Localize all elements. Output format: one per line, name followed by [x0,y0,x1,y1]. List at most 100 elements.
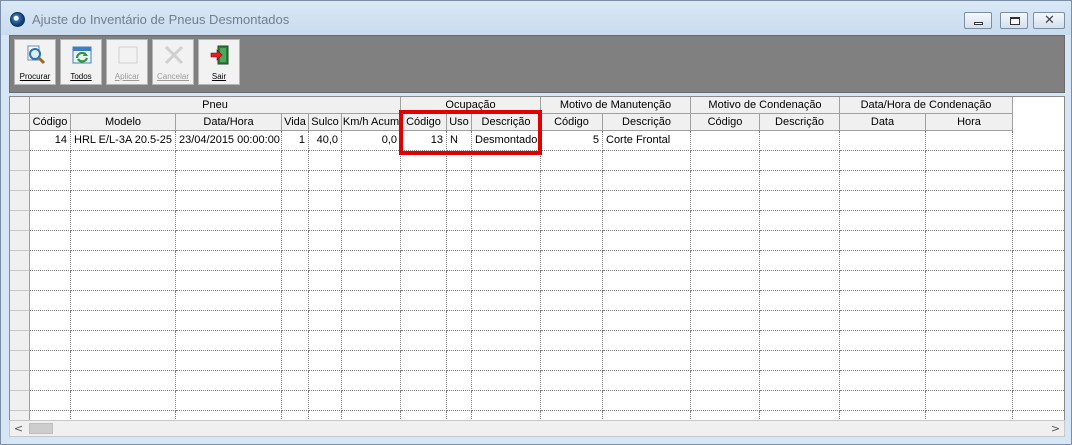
grid-cell[interactable] [541,391,603,411]
grid-cell[interactable] [840,251,926,271]
grid-cell[interactable] [342,271,401,291]
grid-cell[interactable] [691,151,760,171]
grid-cell[interactable] [71,251,176,271]
grid-cell[interactable] [447,211,472,231]
grid-cell[interactable] [691,211,760,231]
grid-cell[interactable] [603,211,691,231]
grid-cell[interactable] [760,271,840,291]
grid-cell[interactable] [603,371,691,391]
grid-cell[interactable] [691,251,760,271]
grid-cell[interactable] [282,371,309,391]
column-header[interactable]: Data/Hora [176,114,282,131]
grid-cell[interactable] [447,351,472,371]
column-header[interactable]: Código [401,114,447,131]
grid-cell[interactable] [926,171,1013,191]
grid-cell[interactable] [342,291,401,311]
grid-cell[interactable] [282,231,309,251]
grid-cell[interactable] [603,251,691,271]
grid-cell[interactable] [30,331,71,351]
grid-cell[interactable] [472,371,541,391]
grid-cell[interactable] [401,331,447,351]
column-header[interactable]: Data [840,114,926,131]
grid-cell[interactable] [176,391,282,411]
grid-cell[interactable] [30,391,71,411]
grid-cell[interactable] [447,311,472,331]
grid-cell[interactable] [71,171,176,191]
grid-cell[interactable] [472,211,541,231]
grid-cell[interactable] [282,311,309,331]
grid-cell[interactable] [447,191,472,211]
grid-cell[interactable] [541,351,603,371]
grid-cell[interactable] [309,291,342,311]
grid-cell[interactable] [840,351,926,371]
grid-cell[interactable] [472,311,541,331]
close-button[interactable]: ✕ [1033,12,1065,29]
grid-cell[interactable] [760,211,840,231]
grid-cell[interactable] [309,331,342,351]
row-header[interactable] [10,251,30,271]
grid-cell[interactable] [30,191,71,211]
todos-button[interactable]: Todos [60,39,102,85]
grid-cell[interactable] [472,151,541,171]
grid-cell[interactable] [176,291,282,311]
grid-cell[interactable] [447,371,472,391]
grid-cell[interactable] [926,131,1013,151]
aplicar-button[interactable]: Aplicar [106,39,148,85]
row-header[interactable] [10,331,30,351]
minimize-button[interactable] [964,12,992,29]
grid-cell[interactable] [71,191,176,211]
grid-cell[interactable] [309,191,342,211]
grid-cell[interactable] [447,151,472,171]
grid-cell[interactable] [309,311,342,331]
grid-cell[interactable] [840,391,926,411]
grid-cell[interactable] [30,151,71,171]
grid-cell[interactable] [342,211,401,231]
grid-cell[interactable] [309,271,342,291]
grid-cell[interactable] [309,371,342,391]
row-header[interactable] [10,191,30,211]
grid-cell[interactable] [541,291,603,311]
grid-cell[interactable] [401,391,447,411]
grid-cell[interactable] [401,291,447,311]
grid-cell[interactable] [282,391,309,411]
grid-cell[interactable] [926,311,1013,331]
grid-cell[interactable] [840,311,926,331]
grid-cell[interactable] [309,251,342,271]
grid-cell[interactable] [691,371,760,391]
grid-cell[interactable] [30,231,71,251]
grid-cell[interactable] [30,271,71,291]
row-header[interactable] [10,371,30,391]
grid-cell[interactable] [603,331,691,351]
grid-cell[interactable] [840,291,926,311]
grid-cell[interactable] [282,331,309,351]
column-header[interactable]: Descrição [760,114,840,131]
grid-cell[interactable] [71,311,176,331]
grid-cell[interactable]: 23/04/2015 00:00:00 [176,131,282,151]
column-header[interactable]: Uso [447,114,472,131]
grid-cell[interactable] [309,211,342,231]
grid-cell[interactable] [691,331,760,351]
grid-cell[interactable] [926,291,1013,311]
grid-cell[interactable] [176,211,282,231]
grid-cell[interactable] [176,311,282,331]
sair-button[interactable]: Sair [198,39,240,85]
grid-cell[interactable] [71,391,176,411]
grid-cell[interactable] [309,391,342,411]
grid-cell[interactable] [840,131,926,151]
grid-cell[interactable] [541,271,603,291]
grid-cell[interactable] [472,291,541,311]
grid-cell[interactable] [401,171,447,191]
grid-cell[interactable] [401,251,447,271]
grid-cell[interactable] [926,211,1013,231]
column-header[interactable]: Código [541,114,603,131]
grid-cell[interactable] [282,251,309,271]
grid-cell[interactable] [342,231,401,251]
grid-cell[interactable]: HRL E/L-3A 20.5-25 [71,131,176,151]
grid-cell[interactable] [541,171,603,191]
grid-cell[interactable] [472,391,541,411]
grid-cell[interactable] [342,311,401,331]
grid-cell[interactable] [541,371,603,391]
grid-cell[interactable]: 40,0 [309,131,342,151]
column-header[interactable]: Modelo [71,114,176,131]
grid-cell[interactable] [30,251,71,271]
